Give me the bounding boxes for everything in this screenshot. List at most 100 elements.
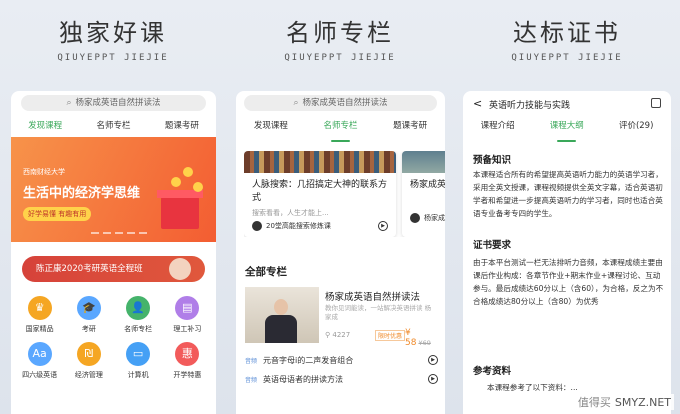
tab-intro[interactable]: 课程介绍 — [479, 119, 517, 137]
chart-icon: ₪ — [76, 342, 101, 366]
certificate-text: 由于本平台测试一栏无法排听力音频，本课程成绩主要由课后作业构成：各章节作业+期末… — [473, 258, 664, 306]
tab-discover[interactable]: 发现课程 — [26, 119, 64, 142]
gift-box-icon — [157, 190, 203, 229]
coin-icon — [171, 177, 181, 187]
audio-badge: 音频 — [245, 357, 258, 365]
panel-title: 达标证书 — [513, 19, 621, 47]
panel-header-1: 独家好课 QIUYEPPT JIEJIE — [0, 0, 226, 63]
watermark: 值得买 SMYZ.NET — [574, 394, 674, 410]
lesson-item[interactable]: 音频 英语母语者的拼读方法 ▶ — [245, 372, 438, 386]
watermark-tag: 值得买 — [577, 396, 611, 409]
play-icon[interactable]: ▶ — [428, 374, 438, 384]
phone-screen-columns: ⌕ 杨家成英语自然拼读法 发现课程 名师专栏 题课考研 人脉搜索：几招搞定大神的联… — [236, 91, 445, 414]
heading-certificate: 证书要求 — [473, 240, 512, 251]
tab-reviews[interactable]: 评价(29) — [617, 119, 655, 137]
category-label: 经济管理 — [74, 371, 103, 379]
featured-carousel: 人脉搜索：几招搞定大神的联系方式 搜索看看，人生才能上... 20堂高能搜索修炼… — [244, 151, 445, 237]
category-label: 四六级英语 — [22, 371, 58, 379]
panel-subtitle: QIUYEPPT JIEJIE — [511, 53, 623, 63]
tab-exam[interactable]: 题课考研 — [391, 119, 429, 137]
author-avatar — [252, 221, 262, 231]
discount-tag: 限时优惠 — [375, 330, 406, 341]
category-computer[interactable]: ▭ 计算机 — [114, 342, 163, 380]
tab-teachers[interactable]: 名师专栏 — [321, 119, 359, 142]
course-desc: 教你见词能读，一站解决英语拼读 杨家成 — [325, 304, 432, 321]
phone-screen-discover: ⌕ 杨家成英语自然拼读法 发现课程 名师专栏 题课考研 西南财经大学 生活中的经济… — [11, 91, 216, 414]
top-tabs: 发现课程 名师专栏 题课考研 — [236, 119, 445, 142]
bookshelf-image — [244, 151, 396, 173]
phone-screen-course-detail: < 英语听力技能与实践 课程介绍 课程大纲 评价(29) 预备知识 本课程适合所… — [463, 91, 671, 414]
panel-header-2: 名师专栏 QIUYEPPT JIEJIE — [227, 0, 453, 63]
card-image — [402, 151, 445, 173]
panel-title: 独家好课 — [59, 19, 167, 47]
tab-exam[interactable]: 题课考研 — [163, 119, 201, 137]
card-author: 杨家成 — [424, 214, 445, 222]
teacher-icon: 👤 — [126, 296, 151, 320]
category-teachers[interactable]: 👤 名师专栏 — [114, 296, 163, 334]
category-national[interactable]: ♛ 国家精品 — [15, 296, 64, 334]
search-bar[interactable]: ⌕ 杨家成英语自然拼读法 — [244, 95, 437, 111]
search-bar[interactable]: ⌕ 杨家成英语自然拼读法 — [21, 95, 206, 111]
top-tabs: 发现课程 名师专栏 题课考研 — [11, 119, 216, 142]
card-footer: 杨家成 — [402, 192, 445, 223]
category-science[interactable]: ▤ 理工补习 — [163, 296, 212, 334]
teacher-avatar — [169, 258, 191, 280]
play-icon[interactable]: ▶ — [428, 355, 438, 365]
coin-icon — [193, 182, 203, 192]
tab-discover[interactable]: 发现课程 — [252, 119, 290, 137]
lesson-title: 元音字母i的二声发音组合 — [263, 355, 354, 365]
prerequisites-text: 本课程适合所有的希望提高英语听力能力的英语学习者，采用全英文授课，课程视频提供全… — [473, 170, 663, 218]
featured-card[interactable]: 人脉搜索：几招搞定大神的联系方式 搜索看看，人生才能上... 20堂高能搜索修炼… — [244, 151, 396, 237]
panel-subtitle: QIUYEPPT JIEJIE — [57, 53, 169, 63]
category-economics[interactable]: ₪ 经济管理 — [64, 342, 113, 380]
heading-prerequisites: 预备知识 — [473, 155, 512, 166]
category-kaoyan[interactable]: 🎓 考研 — [64, 296, 113, 334]
card-title: 人脉搜索：几招搞定大神的联系方式 — [252, 180, 388, 203]
promo-banner[interactable]: 西南财经大学 生活中的经济学思维 好学易懂 有趣有用 — [11, 137, 216, 242]
category-cet[interactable]: Aa 四六级英语 — [15, 342, 64, 380]
panel-title: 名师专栏 — [286, 19, 394, 47]
sale-badge-icon: 惠 — [175, 342, 200, 366]
banner-school: 西南财经大学 — [23, 168, 65, 176]
category-sale[interactable]: 惠开学特惠 — [163, 342, 212, 380]
monitor-icon: ▭ — [126, 342, 151, 366]
course-item[interactable]: 杨家成英语自然拼读法 教你见词能读，一站解决英语拼读 杨家成 ⚲ 4227 限时… — [245, 287, 438, 348]
category-label: 国家精品 — [25, 325, 54, 333]
banner-title: 生活中的经济学思维 — [23, 186, 141, 201]
section-title: 全部专栏 — [245, 266, 287, 278]
heading-references: 参考资料 — [473, 366, 512, 377]
book-icon: ▤ — [175, 296, 200, 320]
search-placeholder: 杨家成英语自然拼读法 — [302, 98, 388, 108]
banner-pill: 好学易懂 有趣有用 — [23, 207, 92, 221]
watermark-text: SMYZ.NET — [614, 396, 671, 409]
category-label: 开学特惠 — [173, 371, 202, 379]
course-name: 杨家成英语自然拼读法 — [325, 292, 421, 303]
graduation-cap-icon: 🎓 — [76, 296, 101, 320]
tab-outline[interactable]: 课程大纲 — [548, 119, 586, 142]
category-label: 理工补习 — [173, 325, 202, 333]
search-icon: ⌕ — [293, 98, 299, 108]
lesson-item[interactable]: 音频 元音字母i的二声发音组合 ▶ — [245, 353, 438, 367]
course-thumbnail — [245, 287, 319, 343]
card-subtitle: 搜索看看，人生才能上... — [252, 209, 329, 217]
tab-teachers[interactable]: 名师专栏 — [94, 119, 132, 137]
references-text: 本课程参考了以下资料：... — [487, 383, 578, 392]
category-label: 计算机 — [127, 371, 149, 379]
category-grid: ♛ 国家精品 🎓 考研 👤 名师专栏 ▤ 理工补习 Aa 四六级英语 ₪ 经济管理 ▭ 计算机… — [15, 296, 212, 380]
category-label: 名师专栏 — [124, 325, 153, 333]
carousel-dots — [91, 232, 147, 234]
panel-subtitle: QIUYEPPT JIEJIE — [284, 53, 396, 63]
card-title: 杨家成英 — [410, 180, 445, 190]
card-author: 20堂高能搜索修炼课 — [266, 222, 331, 230]
search-icon: ⌕ — [66, 98, 72, 108]
learner-count: ⚲ 4227 — [325, 331, 351, 339]
aa-icon: Aa — [27, 342, 52, 366]
ad-banner[interactable]: 陈正康2020考研英语全程班 — [22, 256, 205, 282]
audio-badge: 音频 — [245, 376, 258, 384]
coin-icon — [183, 167, 193, 177]
share-icon[interactable] — [651, 98, 661, 108]
search-placeholder: 杨家成英语自然拼读法 — [75, 98, 161, 108]
featured-card[interactable]: 杨家成英 杨家成 — [402, 151, 445, 237]
back-icon[interactable]: < — [473, 97, 482, 111]
play-icon[interactable]: ▶ — [378, 221, 388, 231]
